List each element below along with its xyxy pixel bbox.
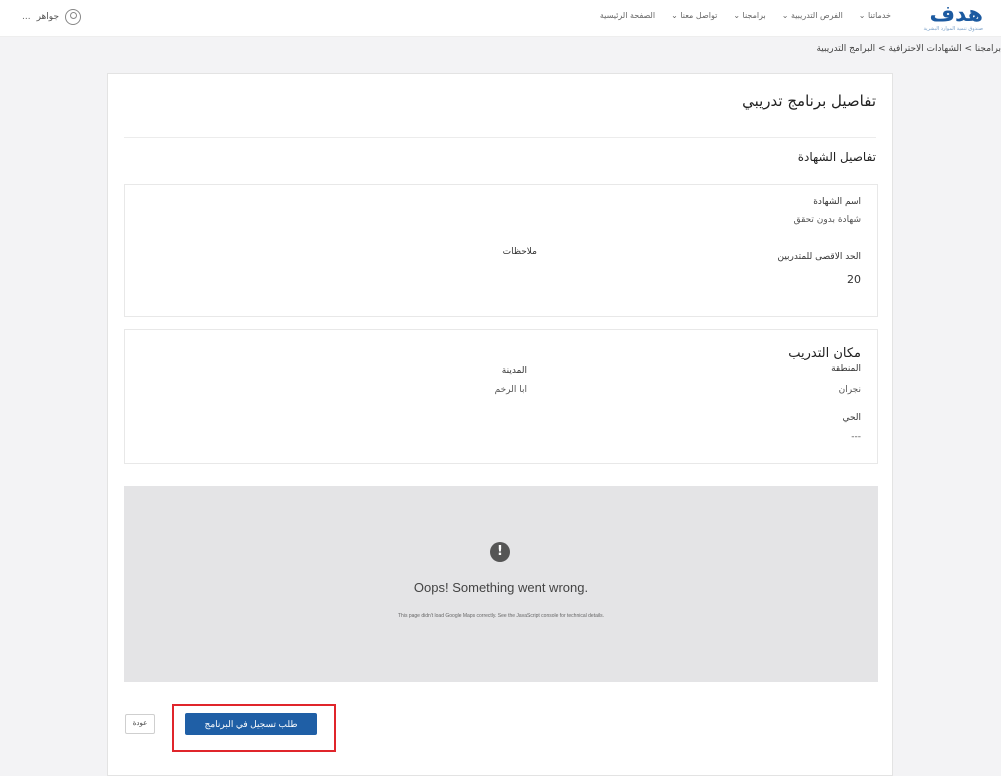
region-value: نجران xyxy=(838,385,861,395)
certificate-name-value: شهادة بدون تحقق xyxy=(793,215,861,225)
section-title: تفاصيل الشهادة xyxy=(797,150,876,164)
top-navbar: هدف صندوق تنمية الموارد البشرية الصفحة ا… xyxy=(0,0,1001,37)
user-avatar-icon xyxy=(65,9,82,25)
page-title: تفاصيل برنامج تدريبي xyxy=(742,92,876,110)
region-label: المنطقة xyxy=(831,364,861,374)
map-error-title: Oops! Something went wrong. xyxy=(413,580,589,595)
logo-subtitle: صندوق تنمية الموارد البشرية xyxy=(923,26,983,32)
main-nav: الصفحة الرئيسية تواصل معنا ⌄ برامجنا ⌄ ا… xyxy=(600,11,891,20)
city-label: المدينة xyxy=(501,366,527,376)
notes-label: ملاحظات xyxy=(502,247,537,257)
certificate-panel: اسم الشهادة شهادة بدون تحقق الحد الاقصى … xyxy=(124,184,878,317)
district-label: الحي xyxy=(842,413,861,423)
nav-item-opportunities[interactable]: الفرص التدريبية ⌄ xyxy=(782,11,843,20)
user-name: جواهر xyxy=(36,12,60,22)
city-value: ابا الرخم xyxy=(494,385,527,395)
certificate-name-label: اسم الشهادة xyxy=(813,197,861,207)
max-trainees-value: 20 xyxy=(847,273,861,286)
location-title: مكان التدريب xyxy=(788,346,861,361)
nav-item-programs[interactable]: برامجنا ⌄ xyxy=(733,11,765,20)
map-container: ! Oops! Something went wrong. This page … xyxy=(124,486,878,682)
breadcrumb[interactable]: برامجنا > الشهادات الاحترافية > البرامج … xyxy=(816,44,1001,54)
logo-text: هدف xyxy=(929,2,983,27)
divider xyxy=(124,137,876,138)
nav-item-home[interactable]: الصفحة الرئيسية xyxy=(600,11,655,20)
register-program-button[interactable]: طلب تسجيل في البرنامج xyxy=(185,713,317,735)
nav-item-services[interactable]: خدماتنا ⌄ xyxy=(859,11,891,20)
training-location-panel: مكان التدريب المنطقة نجران الحي --- المد… xyxy=(124,329,878,464)
nav-item-contact[interactable]: تواصل معنا ⌄ xyxy=(671,11,717,20)
back-button[interactable]: عودة xyxy=(125,714,155,734)
max-trainees-label: الحد الاقصى للمتدربين xyxy=(777,252,861,262)
hadaf-logo[interactable]: هدف صندوق تنمية الموارد البشرية xyxy=(923,2,983,33)
district-value: --- xyxy=(851,432,861,442)
alert-icon: ! xyxy=(490,542,510,562)
user-menu[interactable]: ... جواهر xyxy=(22,9,82,25)
map-error-message: This page didn't load Google Maps correc… xyxy=(398,613,604,619)
program-details-card: تفاصيل برنامج تدريبي تفاصيل الشهادة اسم … xyxy=(107,73,893,776)
user-more-indicator: ... xyxy=(22,12,31,22)
